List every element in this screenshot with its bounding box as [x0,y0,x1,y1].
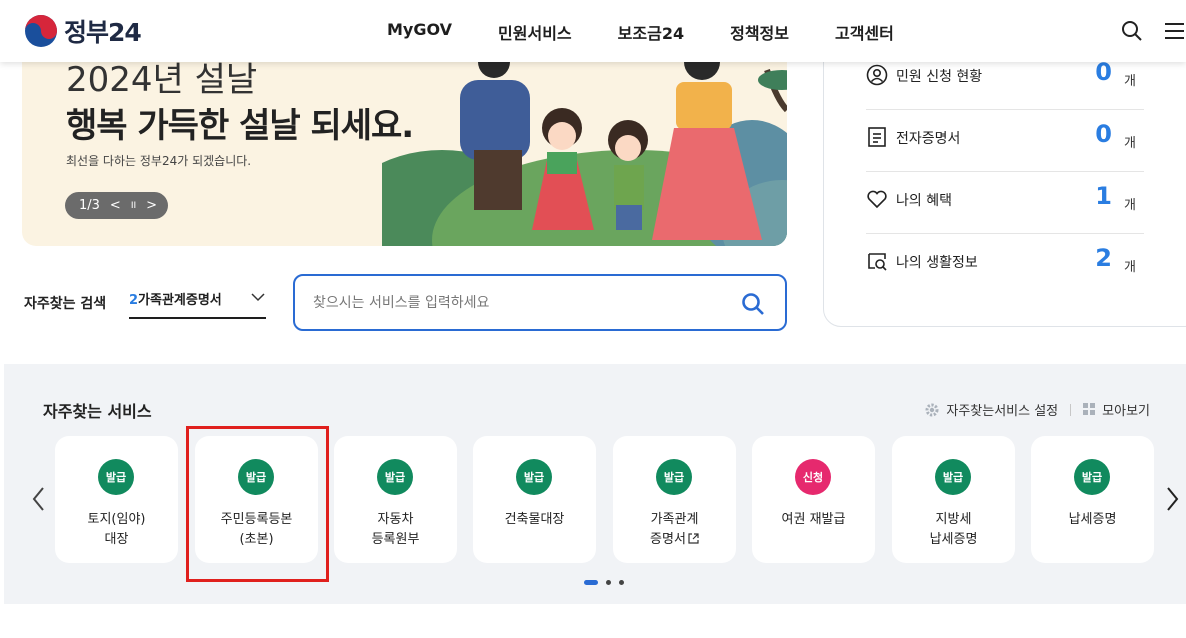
my-row-unit: 개 [1124,198,1136,213]
main-nav: MyGOV 민원서비스 보조금24 정책정보 고객센터 [387,20,940,44]
service-card-resident-registration[interactable]: 발급 주민등록등본 (초본) [195,436,318,563]
issue-badge: 발급 [516,459,552,495]
service-label: 토지(임야) 대장 [87,512,146,547]
carousel-dots [584,580,624,585]
banner-illustration [382,44,787,246]
my-row-unit: 개 [1124,260,1136,275]
my-row-label: 전자증명서 [896,131,961,147]
search-box [293,274,787,331]
issue-badge: 발급 [377,459,413,495]
service-card-land-register[interactable]: 발급 토지(임야) 대장 [55,436,178,563]
collect-label: 모아보기 [1102,404,1150,419]
chevron-left-icon[interactable] [30,484,48,514]
my-row-unit: 개 [1124,74,1136,89]
service-label: 자동차 등록원부 [371,512,420,547]
service-label: 주민등록등본 (초본) [220,512,293,547]
services-settings-button[interactable]: 자주찾는서비스 설정 [924,400,1058,419]
banner-title-line2: 행복 가득한 설날 되세요. [66,106,414,146]
search-input[interactable] [313,291,733,315]
my-row-count: 0 [1095,120,1112,148]
chevron-right-icon[interactable] [1163,484,1181,514]
frequent-search-label: 자주찾는 검색 [24,296,107,312]
service-card-tax-certificate[interactable]: 발급 납세증명 [1031,436,1154,563]
frequent-services-title: 자주찾는 서비스 [43,402,152,421]
external-link-icon [688,533,699,544]
service-label: 지방세 납세증명 [929,512,978,547]
nav-policy-info[interactable]: 정책정보 [730,20,789,44]
nav-civil-service[interactable]: 민원서비스 [498,20,572,44]
nav-subsidy24[interactable]: 보조금24 [618,20,684,44]
banner-subtitle: 최선을 다하는 정부24가 되겠습니다. [66,154,252,168]
document-icon [868,127,886,147]
service-card-passport-reissue[interactable]: 신청 여권 재발급 [752,436,875,563]
service-card-local-tax-certificate[interactable]: 발급 지방세 납세증명 [892,436,1015,563]
person-circle-icon [866,64,888,86]
my-row-count: 0 [1095,58,1112,86]
frequent-services-section: 자주찾는 서비스 자주찾는서비스 설정 모아보기 발급 토지(임야) 대장 발급… [4,364,1186,604]
carousel-dot-3[interactable] [619,580,624,585]
service-label: 납세증명 [1068,512,1117,527]
settings-label: 자주찾는서비스 설정 [946,404,1059,419]
my-row-unit: 개 [1124,136,1136,151]
carousel-dot-2[interactable] [606,580,611,585]
issue-badge: 발급 [1074,459,1110,495]
search-icon[interactable] [1121,20,1143,42]
tools-divider [1070,403,1072,416]
header: 정부24 MyGOV 민원서비스 보조금24 정책정보 고객센터 [0,0,1186,62]
select-value: 가족관계증명서 [138,293,222,308]
heart-icon [867,190,887,209]
logo[interactable]: 정부24 [24,13,142,49]
nav-mygov[interactable]: MyGOV [387,20,452,44]
service-label: 건축물대장 [504,512,565,527]
issue-badge: 발급 [935,459,971,495]
my-row-benefits[interactable]: 나의 혜택 1 개 [866,172,1144,234]
grid-icon [1083,403,1096,415]
select-rank: 2 [129,293,139,308]
services-tools: 자주찾는서비스 설정 모아보기 [924,400,1150,419]
service-label: 가족관계 증명서 [613,510,736,550]
issue-badge: 발급 [238,459,274,495]
service-label: 여권 재발급 [781,512,846,527]
my-row-count: 1 [1095,182,1112,210]
taegeuk-logo-icon [25,15,57,47]
my-row-label: 나의 혜택 [896,193,952,209]
my-row-label: 민원 신청 현황 [896,69,983,85]
banner-pager: 1/3 < II > [65,192,168,219]
my-row-count: 2 [1095,244,1112,272]
apply-badge: 신청 [795,459,831,495]
service-card-vehicle-register[interactable]: 발급 자동차 등록원부 [334,436,457,563]
search-doc-icon [868,253,887,271]
service-card-building-register[interactable]: 발급 건축물대장 [473,436,596,563]
logo-text: 정부24 [64,18,142,47]
pager-count: 1/3 [79,198,100,213]
issue-badge: 발급 [98,459,134,495]
gear-icon [925,403,939,416]
my-row-label: 나의 생활정보 [896,255,978,271]
my-row-life-info[interactable]: 나의 생활정보 2 개 [866,234,1144,296]
search-submit-icon[interactable] [741,292,765,316]
services-collect-button[interactable]: 모아보기 [1083,400,1150,419]
prev-slide-button[interactable]: < [110,198,121,213]
my-summary-card: 민원 신청 현황 0 개 전자증명서 0 개 나의 혜택 1 개 나의 생활정보… [823,20,1186,327]
carousel-dot-1[interactable] [584,580,598,585]
pause-slide-button[interactable]: II [131,201,136,211]
service-card-family-relation[interactable]: 발급 가족관계 증명서 [613,436,736,563]
issue-badge: 발급 [656,459,692,495]
menu-icon[interactable] [1163,20,1185,42]
my-row-e-certificate[interactable]: 전자증명서 0 개 [866,110,1144,172]
frequent-search-select[interactable]: 2가족관계증명서 [129,289,266,319]
main-banner[interactable]: 2024년 설날 행복 가득한 설날 되세요. 최선을 다하는 정부24가 되겠… [22,40,787,246]
chevron-down-icon [251,293,265,302]
nav-customer-center[interactable]: 고객센터 [835,20,894,44]
next-slide-button[interactable]: > [146,198,157,213]
